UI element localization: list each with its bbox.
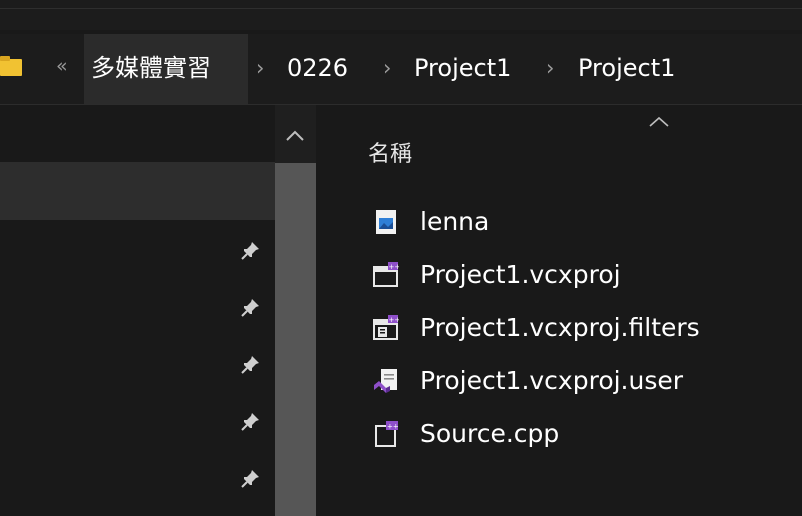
breadcrumb-item-project1-current[interactable]: Project1 (578, 52, 675, 84)
file-name: lenna (420, 207, 490, 236)
list-item[interactable]: ++ Source.cpp (368, 414, 798, 454)
folder-icon[interactable] (0, 56, 22, 76)
pin-icon (241, 470, 259, 488)
list-item[interactable]: ++ Project1.vcxproj.filters (368, 308, 798, 348)
svg-text:++: ++ (389, 316, 400, 324)
window-top-strip (0, 0, 802, 30)
breadcrumb-overflow-button[interactable]: « (56, 55, 68, 77)
breadcrumb-separator[interactable]: › (256, 52, 264, 84)
visual-studio-user-icon (374, 369, 397, 393)
breadcrumb-item-multimedia[interactable]: 多媒體實習 (91, 52, 211, 84)
image-file-icon (376, 210, 396, 234)
pin-icon (241, 356, 259, 374)
breadcrumb-separator[interactable]: › (546, 52, 554, 84)
scrollbar-thumb[interactable] (275, 163, 316, 516)
list-item[interactable]: ++ Project1.vcxproj (368, 255, 798, 295)
navigation-pane[interactable] (0, 105, 275, 516)
column-header-name[interactable]: 名稱 (368, 136, 412, 168)
file-name: Project1.vcxproj.user (420, 366, 684, 395)
vc-project-icon: ++ (373, 262, 400, 287)
file-list-pane[interactable]: 名稱 lenna ++ Project1.vcxproj ++ Project1… (316, 105, 802, 516)
svg-text:++: ++ (389, 263, 400, 271)
scroll-up-arrow-icon[interactable] (284, 129, 306, 143)
breadcrumb-separator[interactable]: › (383, 52, 391, 84)
cpp-source-icon: ++ (375, 421, 399, 447)
vc-filters-icon: ++ (373, 315, 400, 340)
pin-icon (241, 413, 259, 431)
nav-scrollbar[interactable] (275, 105, 316, 516)
svg-text:++: ++ (387, 423, 399, 431)
breadcrumb-item-project1[interactable]: Project1 (414, 52, 511, 84)
top-divider (0, 8, 802, 9)
breadcrumb-item-0226[interactable]: 0226 (287, 52, 348, 84)
file-name: Source.cpp (420, 419, 560, 448)
list-item[interactable]: Project1.vcxproj.user (368, 361, 798, 401)
pin-icon (241, 242, 259, 260)
list-item[interactable]: lenna (368, 202, 798, 242)
file-name: Project1.vcxproj.filters (420, 313, 700, 342)
pin-icon (241, 299, 259, 317)
sort-ascending-icon (649, 116, 669, 127)
nav-selected-item[interactable] (0, 162, 275, 220)
file-name: Project1.vcxproj (420, 260, 621, 289)
